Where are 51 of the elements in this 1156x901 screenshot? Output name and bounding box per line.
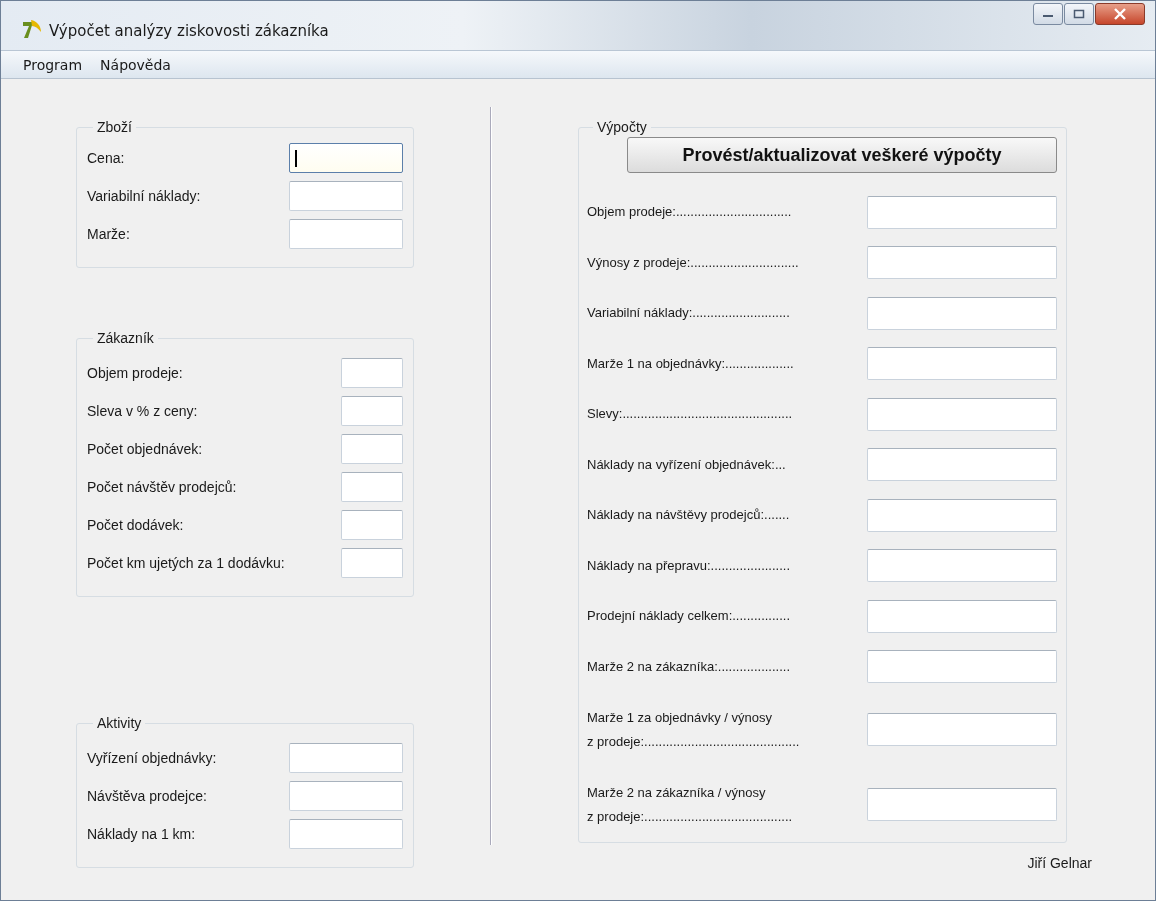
result-label: Objem prodeje:................................: [587, 203, 793, 222]
menu-item[interactable]: Nápověda: [92, 56, 181, 73]
result-label: Náklady na přepravu:......................: [587, 556, 792, 575]
close-icon: [1113, 8, 1127, 20]
menu-item[interactable]: Program: [15, 56, 93, 73]
result-label: Marže 2 na zákazníka / výnosy z prodeje:.........................................: [587, 783, 794, 826]
result-label: Náklady na vyřízení objednávek:...: [587, 455, 787, 474]
result-label: Marže 2 na zákazníka:....................: [587, 657, 792, 676]
field-label: Objem prodeje:: [87, 365, 183, 381]
minimize-button[interactable]: [1033, 3, 1063, 25]
field-label: Počet objednávek:: [87, 441, 203, 457]
maximize-icon: [1073, 9, 1085, 19]
field-label: Sleva v % z ceny:: [87, 403, 198, 419]
input-field[interactable]: [341, 358, 403, 388]
input-field[interactable]: [289, 819, 403, 849]
app-icon: [21, 17, 43, 40]
input-field[interactable]: [341, 434, 403, 464]
result-label: Slevy:...............................................: [587, 405, 794, 424]
group-title: Aktivity: [96, 715, 143, 731]
input-field[interactable]: [341, 472, 403, 502]
input-field[interactable]: [289, 743, 403, 773]
field-label: Počet km ujetých za 1 dodávku:: [87, 555, 285, 571]
input-field[interactable]: [289, 219, 403, 249]
author-name: Jiří Gelnar: [1027, 855, 1092, 871]
input-field[interactable]: [289, 781, 403, 811]
result-label: Variabilní náklady:...........................: [587, 304, 791, 323]
field-label: Cena:: [87, 150, 125, 166]
calculate-button[interactable]: Provést/aktualizovat veškeré výpočty: [627, 137, 1057, 173]
input-field[interactable]: [289, 143, 403, 173]
result-label: Marže 1 na objednávky:...................: [587, 354, 795, 373]
result-label: Prodejní náklady celkem:................: [587, 607, 792, 626]
field-label: Počet dodávek:: [87, 517, 184, 533]
field-label: Návštěva prodejce:: [87, 788, 207, 804]
group-title: Zboží: [96, 119, 133, 135]
group-title: Zákazník: [96, 330, 155, 346]
input-field[interactable]: [341, 548, 403, 578]
maximize-button[interactable]: [1064, 3, 1094, 25]
window-title: Výpočet analýzy ziskovosti zákazníka: [49, 21, 329, 40]
input-field[interactable]: [289, 181, 403, 211]
field-label: Variabilní náklady:: [87, 188, 201, 204]
input-field[interactable]: [341, 396, 403, 426]
field-label: Počet návštěv prodejců:: [87, 479, 237, 495]
result-label: Výnosy z prodeje:..............................: [587, 253, 800, 272]
result-label: Náklady na návštěvy prodejců:.......: [587, 506, 791, 525]
field-label: Marže:: [87, 226, 130, 242]
input-field[interactable]: [341, 510, 403, 540]
field-label: Vyřízení objednávky:: [87, 750, 217, 766]
group-title: Výpočty: [596, 119, 648, 135]
result-label: Marže 1 za objednávky / výnosy z prodeje:...........................................: [587, 708, 801, 751]
field-label: Náklady na 1 km:: [87, 826, 196, 842]
close-button[interactable]: [1095, 3, 1145, 25]
